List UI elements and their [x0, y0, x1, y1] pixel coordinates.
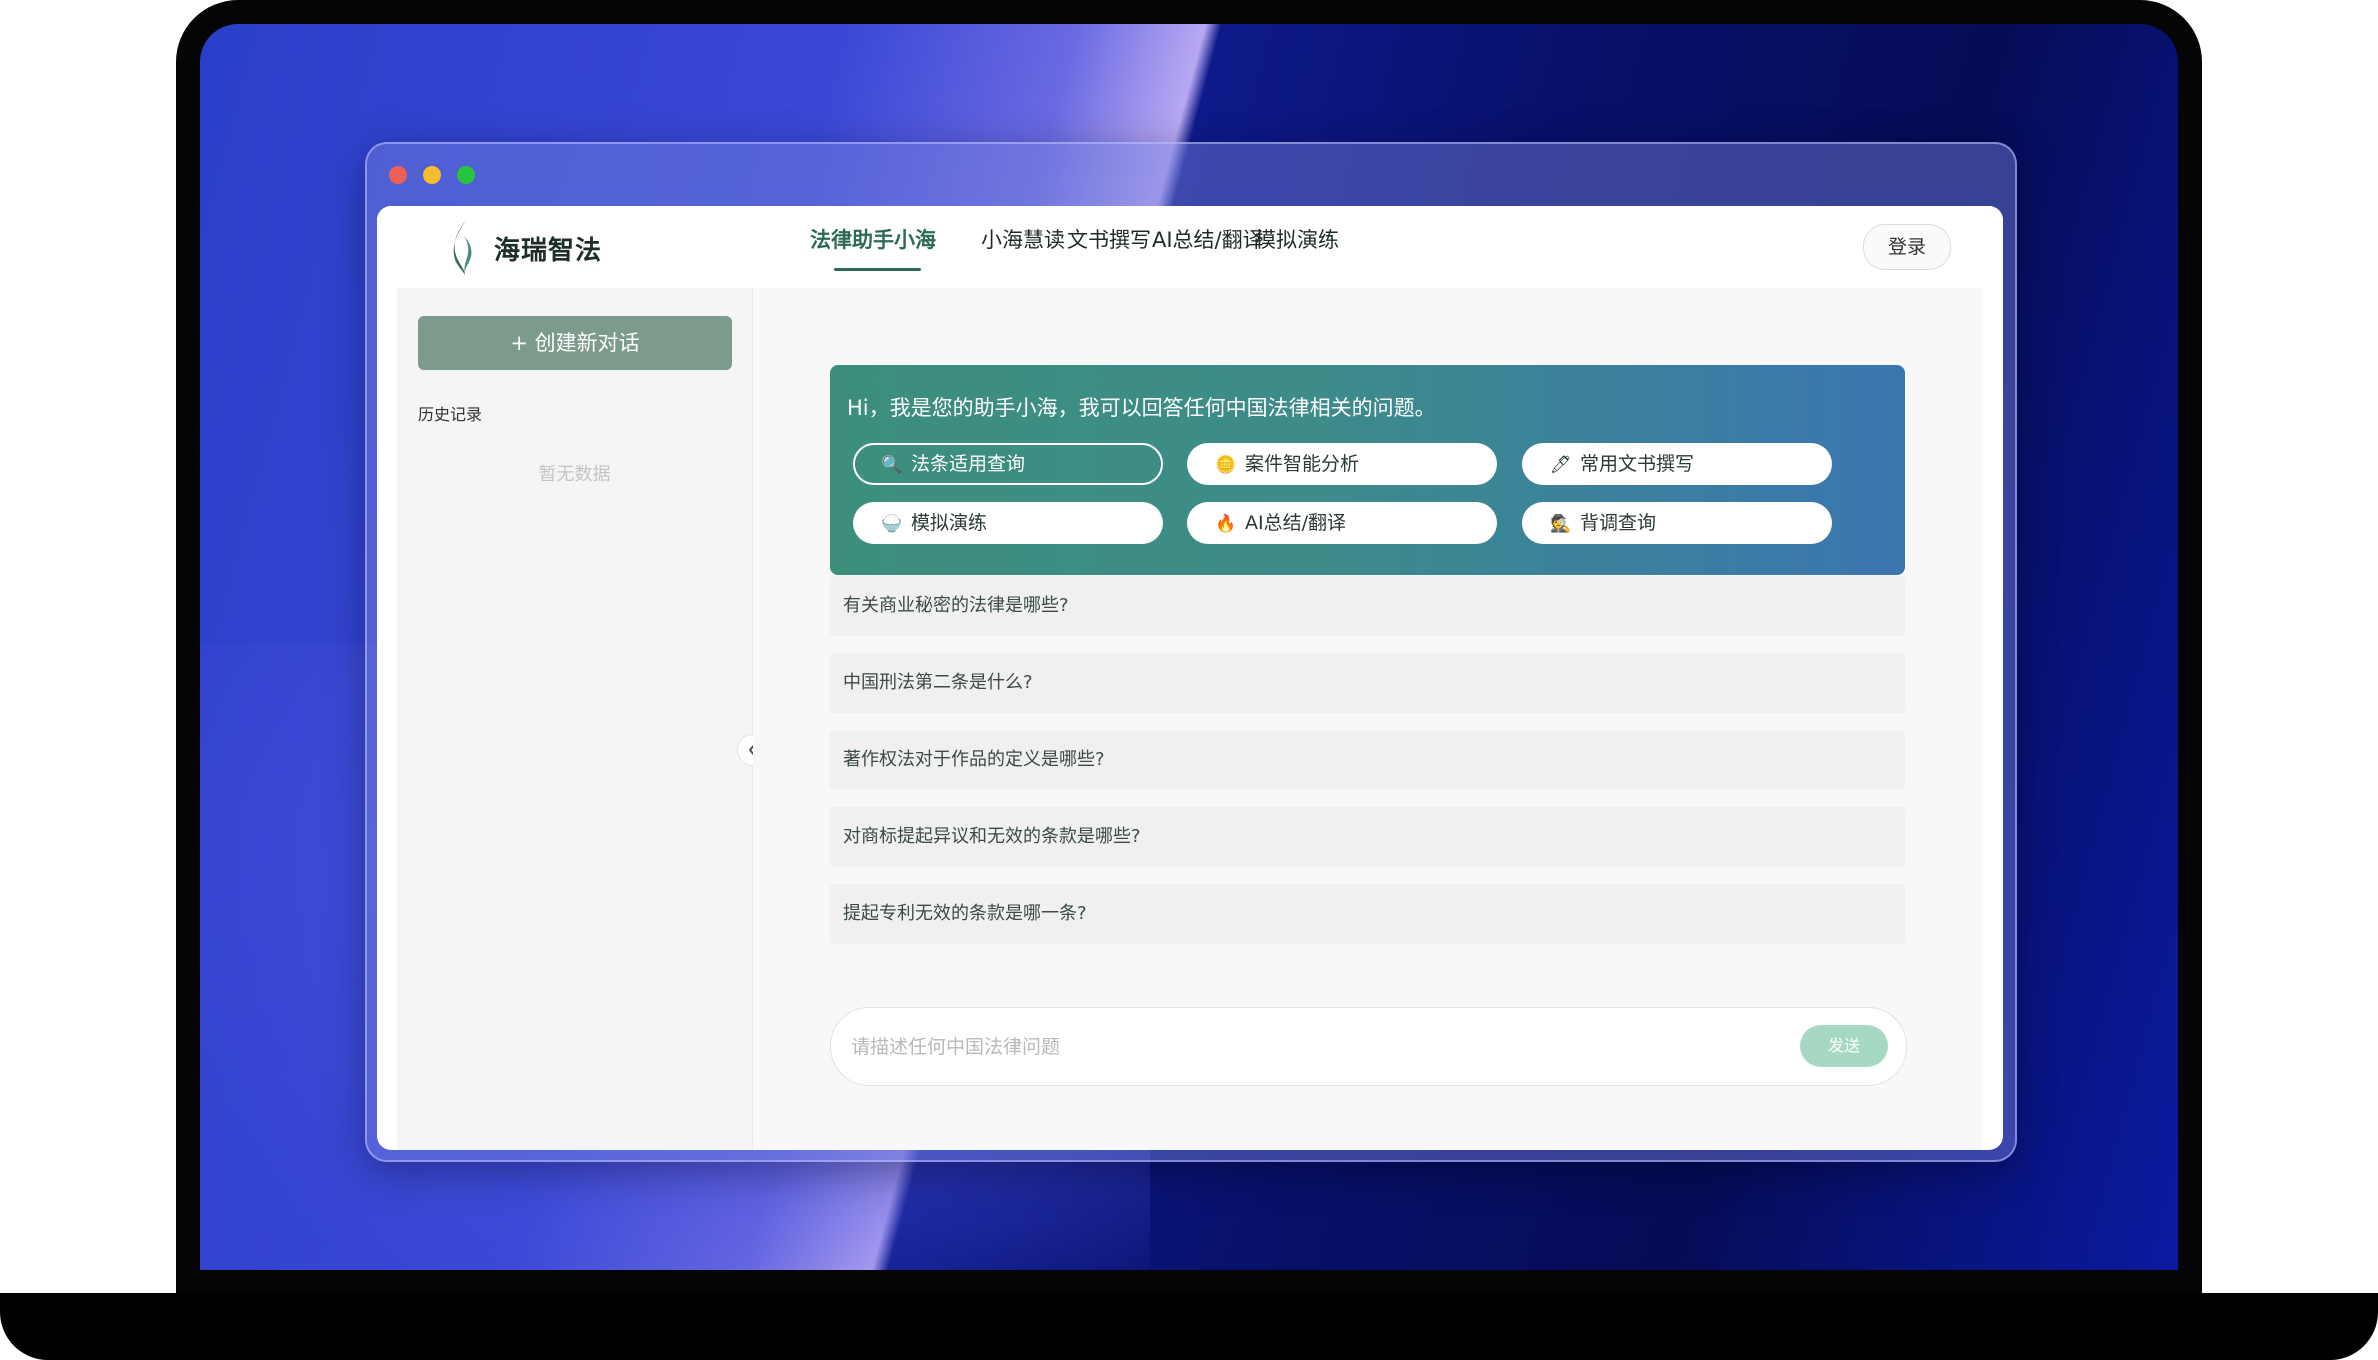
maximize-window-button[interactable] [457, 166, 475, 184]
new-chat-button[interactable]: + 创建新对话 [418, 316, 732, 370]
question-input[interactable] [849, 1022, 1753, 1072]
chip-label: 案件智能分析 [1245, 453, 1360, 475]
chip-ai-summary[interactable]: 🔥 AI总结/翻译 [1187, 502, 1497, 544]
coin-icon: 🪙 [1215, 455, 1237, 475]
chip-label: AI总结/翻译 [1245, 512, 1347, 534]
nav-legal-assistant[interactable]: 法律助手小海 [810, 224, 936, 254]
nav-simulation[interactable]: 模拟演练 [1255, 224, 1339, 254]
brand-name: 海瑞智法 [494, 236, 603, 266]
chat-main: Hi，我是您的助手小海，我可以回答任何中国法律相关的问题。 🔍 法条适用查询 🪙 案… [753, 288, 1983, 1150]
nav-document-drafting[interactable]: 文书撰写 [1067, 224, 1151, 254]
suggested-question[interactable]: 有关商业秘密的法律是哪些? [830, 576, 1905, 636]
history-empty-state: 暂无数据 [538, 464, 611, 485]
chip-document-drafting[interactable]: 🖊 常用文书撰写 [1522, 443, 1832, 485]
top-header: 海瑞智法 法律助手小海 小海慧读 文书撰写 AI总结/翻译 模拟演练 登录 [377, 206, 2003, 288]
chip-label: 常用文书撰写 [1580, 453, 1695, 475]
app-window: 海瑞智法 法律助手小海 小海慧读 文书撰写 AI总结/翻译 模拟演练 登录 + … [365, 142, 2017, 1162]
nav-smart-reading[interactable]: 小海慧读 [981, 224, 1065, 254]
minimize-window-button[interactable] [423, 166, 441, 184]
chip-background-check[interactable]: 🕵 背调查询 [1522, 502, 1832, 544]
welcome-greeting: Hi，我是您的助手小海，我可以回答任何中国法律相关的问题。 [847, 396, 1436, 420]
login-button[interactable]: 登录 [1863, 224, 1951, 270]
chip-case-analysis[interactable]: 🪙 案件智能分析 [1187, 443, 1497, 485]
nav-active-indicator [834, 268, 921, 271]
detective-icon: 🕵 [1550, 514, 1572, 534]
magnifier-icon: 🔍 [881, 455, 903, 475]
window-titlebar[interactable] [367, 144, 2015, 206]
chat-input-bar: 发送 [830, 1007, 1907, 1086]
pen-icon: 🖊 [1550, 455, 1572, 475]
chip-statute-query[interactable]: 🔍 法条适用查询 [853, 443, 1163, 485]
laptop-base [0, 1293, 2378, 1360]
chip-label: 背调查询 [1580, 512, 1657, 534]
rice-bowl-icon: 🍚 [881, 514, 903, 534]
workspace: + 创建新对话 历史记录 暂无数据 Hi，我是您的助手小海，我可以回答任何中国法… [397, 288, 1983, 1150]
suggested-question[interactable]: 中国刑法第二条是什么? [830, 653, 1905, 713]
nav-ai-summary-translate[interactable]: AI总结/翻译 [1152, 224, 1264, 254]
suggested-question[interactable]: 著作权法对于作品的定义是哪些? [830, 730, 1905, 790]
history-heading: 历史记录 [418, 405, 483, 424]
sidebar: + 创建新对话 历史记录 暂无数据 [397, 288, 753, 1150]
send-button[interactable]: 发送 [1800, 1025, 1888, 1067]
app-content: 海瑞智法 法律助手小海 小海慧读 文书撰写 AI总结/翻译 模拟演练 登录 + … [377, 206, 2003, 1150]
fire-icon: 🔥 [1215, 514, 1237, 534]
chip-label: 法条适用查询 [911, 453, 1026, 475]
suggested-question[interactable]: 提起专利无效的条款是哪一条? [830, 884, 1905, 944]
leaf-logo-icon [453, 220, 472, 275]
welcome-banner: Hi，我是您的助手小海，我可以回答任何中国法律相关的问题。 🔍 法条适用查询 🪙 案… [830, 365, 1905, 575]
close-window-button[interactable] [389, 166, 407, 184]
suggested-question[interactable]: 对商标提起异议和无效的条款是哪些? [830, 807, 1905, 867]
chip-label: 模拟演练 [911, 512, 988, 534]
chip-simulation[interactable]: 🍚 模拟演练 [853, 502, 1163, 544]
